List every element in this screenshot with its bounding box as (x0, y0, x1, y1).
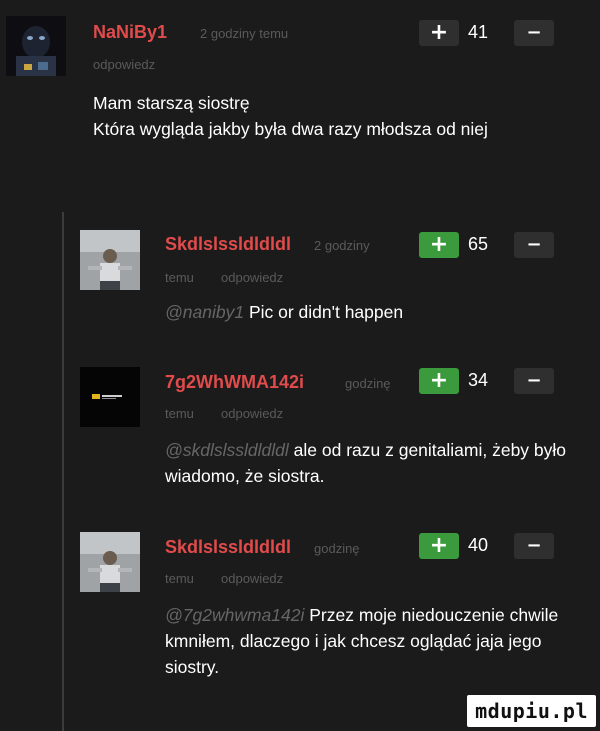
timestamp-cont: temu (165, 406, 194, 421)
comment-2: Skdlslssldldldl 2 godziny temu odpowiedz… (0, 212, 600, 342)
upvote-button[interactable]: + (419, 533, 459, 559)
comment-body: Pic or didn't happen (248, 302, 404, 322)
upvote-button[interactable]: + (419, 232, 459, 258)
watermark-logo: mdupiu.pl (467, 695, 596, 727)
avatar[interactable] (6, 16, 66, 76)
timestamp: godzinę (345, 376, 391, 391)
avatar[interactable] (80, 230, 140, 290)
vote-score: 34 (467, 370, 489, 390)
timestamp: 2 godziny (314, 238, 370, 253)
downvote-button[interactable]: − (514, 232, 554, 258)
mention-link[interactable]: @naniby1 (165, 302, 244, 322)
vote-score: 65 (467, 234, 489, 254)
timestamp-cont: temu (165, 571, 194, 586)
username[interactable]: Skdlslssldldldl (165, 234, 291, 255)
vote-score: 40 (467, 535, 489, 555)
reply-link[interactable]: odpowiedz (93, 57, 155, 72)
upvote-button[interactable]: + (419, 20, 459, 46)
mention-link[interactable]: @skdlslssldldldl (165, 440, 289, 460)
downvote-button[interactable]: − (514, 533, 554, 559)
avatar[interactable] (80, 367, 140, 427)
username[interactable]: 7g2WhWMA142i (165, 372, 304, 393)
downvote-button[interactable]: − (514, 20, 554, 46)
username[interactable]: Skdlslssldldldl (165, 537, 291, 558)
comment-1: NaNiBy1 2 godziny temu odpowiedz + 41 − … (0, 0, 600, 212)
downvote-button[interactable]: − (514, 368, 554, 394)
comment-3: 7g2WhWMA142i godzinę temu odpowiedz + 34… (0, 342, 600, 527)
avatar[interactable] (80, 532, 140, 592)
reply-link[interactable]: odpowiedz (221, 270, 283, 285)
comment-text: @7g2whwma142i Przez moje niedouczenie ch… (165, 602, 575, 680)
comment-text: @naniby1 Pic or didn't happen (165, 299, 565, 325)
reply-link[interactable]: odpowiedz (221, 571, 283, 586)
mention-link[interactable]: @7g2whwma142i (165, 605, 304, 625)
timestamp-cont: temu (165, 270, 194, 285)
vote-score: 41 (467, 22, 489, 42)
username[interactable]: NaNiBy1 (93, 22, 167, 43)
comment-text: @skdlslssldldldl ale od razu z genitalia… (165, 437, 575, 489)
comment-text: Mam starszą siostrę Która wygląda jakby … (93, 93, 488, 139)
timestamp: 2 godziny temu (200, 26, 289, 41)
upvote-button[interactable]: + (419, 368, 459, 394)
reply-link[interactable]: odpowiedz (221, 406, 283, 421)
timestamp: godzinę (314, 541, 360, 556)
